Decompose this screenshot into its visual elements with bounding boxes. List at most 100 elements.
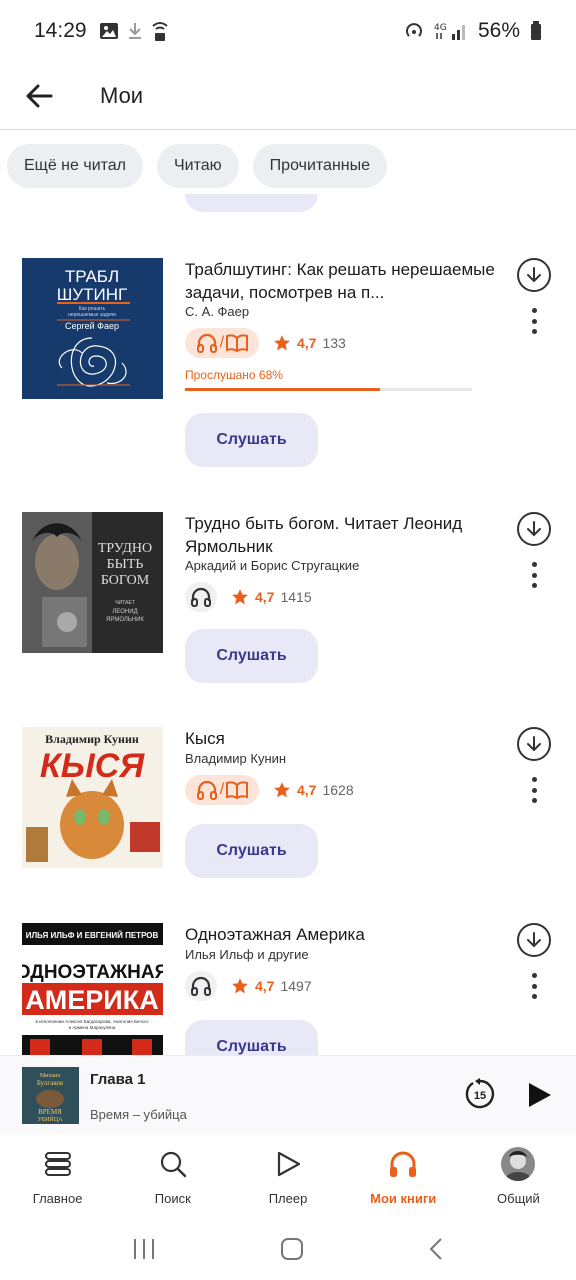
book-title[interactable]: Одноэтажная Америка: [185, 923, 505, 946]
back-icon[interactable]: [428, 1237, 444, 1261]
svg-text:КЫСЯ: КЫСЯ: [40, 747, 145, 785]
nav-my-books[interactable]: Мои книги: [346, 1135, 461, 1217]
more-options-button[interactable]: [524, 777, 544, 803]
notification-icons: [99, 20, 169, 42]
download-button[interactable]: [517, 727, 551, 761]
listen-button[interactable]: Слушать: [185, 1020, 318, 1055]
nav-label: Мои книги: [370, 1191, 437, 1206]
svg-text:УБИЙЦА: УБИЙЦА: [37, 1115, 63, 1123]
rating-value: 4,7: [297, 335, 317, 351]
mini-player-cover[interactable]: Михаил Булгаков ВРЕМЯ УБИЙЦА: [22, 1067, 79, 1124]
mini-player[interactable]: Михаил Булгаков ВРЕМЯ УБИЙЦА Глава 1 Вре…: [0, 1055, 576, 1135]
home-icon[interactable]: [280, 1237, 304, 1261]
nav-label: Общий: [497, 1191, 540, 1206]
download-button[interactable]: [517, 512, 551, 546]
play-icon: [529, 1083, 551, 1107]
more-options-button[interactable]: [524, 973, 544, 999]
svg-text:ВРЕМЯ: ВРЕМЯ: [38, 1108, 62, 1116]
listen-button-partial[interactable]: [185, 194, 318, 212]
listen-button[interactable]: Слушать: [185, 824, 318, 878]
progress-fill: [185, 388, 381, 391]
download-icon: [527, 267, 541, 283]
download-button[interactable]: [517, 258, 551, 292]
rating-count: 1497: [280, 978, 312, 994]
system-nav-bar: [0, 1217, 576, 1280]
star-icon: [274, 335, 290, 351]
book-author[interactable]: Илья Ильф и другие: [185, 947, 309, 962]
filter-chip-reading[interactable]: Читаю: [157, 144, 239, 188]
book-title[interactable]: Трудно быть богом. Читает Леонид Ярмольн…: [185, 512, 505, 558]
nav-player[interactable]: Плеер: [230, 1135, 345, 1217]
signal-icon: 4G: [434, 23, 465, 40]
recent-apps-icon[interactable]: [132, 1238, 156, 1260]
progress-bar: [185, 388, 472, 391]
rating: 4,7 133: [273, 334, 346, 352]
listen-button[interactable]: Слушать: [185, 629, 318, 683]
headphones-icon: [390, 1151, 417, 1177]
play-button[interactable]: [524, 1080, 554, 1110]
rewind-15-icon: 15: [465, 1078, 495, 1109]
svg-text:Булгаков: Булгаков: [37, 1079, 64, 1087]
book-cover[interactable]: ТРУДНО БЫТЬ БОГОМ ЧИТАЕТ ЛЕОНИД ЯРМОЛЬНИ…: [22, 512, 163, 653]
headphones-icon: [191, 587, 211, 607]
stack-icon: [44, 1152, 71, 1176]
svg-text:ЛЕОНИД: ЛЕОНИД: [112, 609, 137, 615]
headphones-icon: [196, 780, 217, 800]
app-header: Мои: [0, 62, 576, 130]
book-open-icon: [226, 334, 249, 352]
format-badge-audio: [185, 971, 217, 1001]
book-item[interactable]: ТРУДНО БЫТЬ БОГОМ ЧИТАЕТ ЛЕОНИД ЯРМОЛЬНИ…: [0, 512, 576, 742]
svg-text:ЯРМОЛЬНИК: ЯРМОЛЬНИК: [106, 617, 144, 623]
download-button[interactable]: [517, 923, 551, 957]
svg-text:нерешаемые задачи: нерешаемые задачи: [68, 312, 116, 318]
book-title[interactable]: Траблшутинг: Как решать нерешаемые задач…: [185, 258, 505, 304]
nav-label: Поиск: [154, 1191, 191, 1206]
rating: 4,7 1415: [231, 588, 312, 606]
book-author[interactable]: Владимир Кунин: [185, 751, 286, 766]
rating-value: 4,7: [255, 978, 275, 994]
mini-player-title[interactable]: Глава 1: [90, 1071, 146, 1088]
status-bar: 14:29 4G 56%: [0, 0, 576, 62]
book-author[interactable]: Аркадий и Борис Стругацкие: [185, 558, 359, 573]
book-list[interactable]: ТРАБЛ ШУТИНГ Как решать нерешаемые задач…: [0, 194, 576, 1055]
play-outline-icon: [277, 1151, 301, 1177]
more-options-button[interactable]: [524, 562, 544, 588]
download-icon: [527, 521, 541, 537]
star-icon: [274, 782, 290, 798]
nav-search[interactable]: Поиск: [115, 1135, 230, 1217]
book-meta: 4,7 1415: [185, 582, 312, 612]
star-icon: [232, 978, 248, 994]
rating: 4,7 1497: [231, 977, 312, 995]
rating-value: 4,7: [255, 589, 275, 605]
book-cover[interactable]: ИЛЬЯ ИЛЬФ И ЕВГЕНИЙ ПЕТРОВ ОДНОЭТАЖНАЯ А…: [22, 923, 163, 1055]
filter-chip-finished[interactable]: Прочитанные: [252, 144, 388, 188]
skip-back-15-button[interactable]: 15: [464, 1078, 496, 1110]
book-meta: / 4,7 1628: [185, 775, 354, 805]
nav-profile[interactable]: Общий: [461, 1135, 576, 1217]
book-item[interactable]: ИЛЬЯ ИЛЬФ И ЕВГЕНИЙ ПЕТРОВ ОДНОЭТАЖНАЯ А…: [0, 923, 576, 1055]
svg-text:Владимир Кунин: Владимир Кунин: [45, 732, 139, 746]
search-icon: [160, 1151, 186, 1178]
mini-player-subtitle[interactable]: Время – убийца: [90, 1107, 187, 1122]
clock: 14:29: [34, 19, 87, 42]
nav-home[interactable]: Главное: [0, 1135, 115, 1217]
avatar: [501, 1147, 536, 1181]
book-author[interactable]: С. А. Фаер: [185, 304, 249, 319]
svg-text:БОГОМ: БОГОМ: [101, 573, 150, 588]
progress-label: Прослушано 68%: [185, 368, 283, 382]
book-title[interactable]: Кыся: [185, 727, 505, 750]
filter-chip-unread[interactable]: Ещё не читал: [7, 144, 144, 188]
svg-text:15: 15: [474, 1090, 486, 1102]
book-item[interactable]: ТРАБЛ ШУТИНГ Как решать нерешаемые задач…: [0, 258, 576, 488]
more-options-button[interactable]: [524, 308, 544, 334]
battery-icon: [531, 21, 541, 40]
book-cover[interactable]: Владимир Кунин КЫСЯ: [22, 727, 163, 868]
rating-value: 4,7: [297, 782, 317, 798]
listen-button[interactable]: Слушать: [185, 413, 318, 467]
battery-percent: 56%: [477, 19, 520, 42]
book-cover[interactable]: ТРАБЛ ШУТИНГ Как решать нерешаемые задач…: [22, 258, 163, 399]
download-icon: [527, 932, 541, 948]
back-button[interactable]: [10, 67, 68, 125]
svg-text:в исполнении Алексея Багдасаро: в исполнении Алексея Багдасарова, Анатол…: [36, 1019, 149, 1024]
svg-text:4G: 4G: [434, 23, 447, 33]
